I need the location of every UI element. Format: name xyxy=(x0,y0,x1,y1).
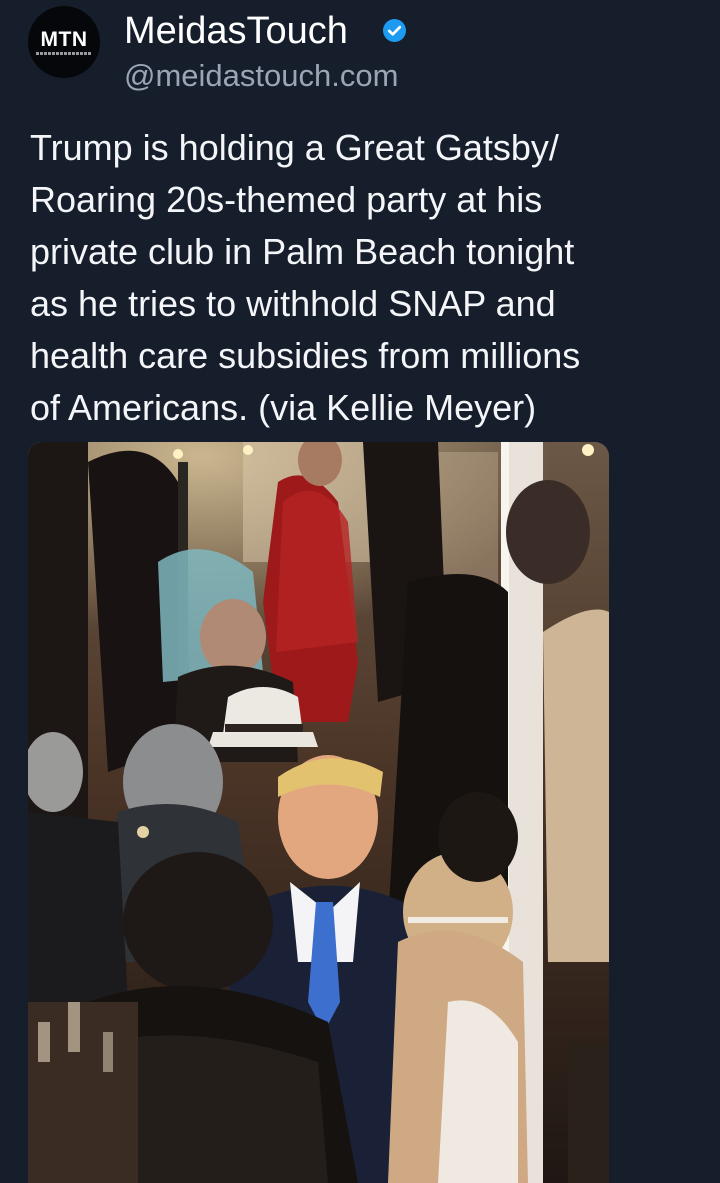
avatar-logo-text: MTN xyxy=(40,28,88,51)
author-display-name[interactable]: MeidasTouch xyxy=(124,10,348,53)
post: MTN MeidasTouch @meidastouch.com Trump i… xyxy=(0,0,720,1183)
author-avatar[interactable]: MTN xyxy=(28,6,100,78)
author-handle[interactable]: @meidastouch.com xyxy=(124,58,398,94)
post-text: Trump is holding a Great Gatsby/ Roaring… xyxy=(30,127,581,428)
avatar-logo-subtext xyxy=(36,52,92,55)
post-image[interactable] xyxy=(28,442,609,1183)
party-photo xyxy=(28,442,609,1183)
verified-badge-icon xyxy=(383,19,406,42)
